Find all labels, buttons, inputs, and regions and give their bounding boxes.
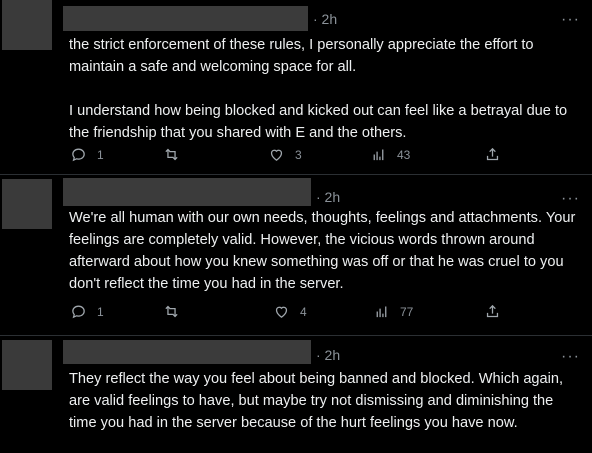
avatar-redacted[interactable] xyxy=(2,0,52,50)
repost-button[interactable] xyxy=(163,303,180,320)
repost-icon xyxy=(165,305,178,318)
tweet-timestamp[interactable]: · 2h xyxy=(316,347,340,363)
like-button[interactable]: 3 xyxy=(268,146,302,163)
username-redacted[interactable] xyxy=(63,178,311,206)
tweet-paragraph: They reflect the way you feel about bein… xyxy=(69,371,564,431)
more-options-icon[interactable]: ··· xyxy=(561,11,580,29)
like-count: 4 xyxy=(300,304,307,319)
reply-count: 1 xyxy=(97,304,104,319)
tweet[interactable]: · 2h ··· They reflect the way you feel a… xyxy=(0,336,592,453)
username-redacted[interactable] xyxy=(63,6,308,31)
reply-button[interactable]: 1 xyxy=(70,303,104,320)
like-count: 3 xyxy=(295,147,302,162)
heart-icon xyxy=(270,149,283,161)
tweet-paragraph: I understand how being blocked and kicke… xyxy=(69,103,568,141)
repost-button[interactable] xyxy=(163,146,180,163)
tweet-timestamp[interactable]: · 2h xyxy=(316,189,340,205)
avatar-redacted[interactable] xyxy=(2,340,52,390)
tweet-text: They reflect the way you feel about bein… xyxy=(69,368,584,434)
avatar-redacted[interactable] xyxy=(2,179,52,229)
reply-button[interactable]: 1 xyxy=(70,146,104,163)
tweet-paragraph: the strict enforcement of these rules, I… xyxy=(69,37,534,75)
like-button[interactable]: 4 xyxy=(273,303,307,320)
tweet[interactable]: · 2h ··· the strict enforcement of these… xyxy=(0,0,592,174)
share-icon xyxy=(486,304,499,318)
tweet-paragraph: We're all human with our own needs, thou… xyxy=(69,210,576,292)
views-button[interactable]: 77 xyxy=(373,303,413,320)
tweet[interactable]: · 2h ··· We're all human with our own ne… xyxy=(0,175,592,335)
reply-count: 1 xyxy=(97,147,104,162)
tweet-text: We're all human with our own needs, thou… xyxy=(69,207,584,295)
repost-icon xyxy=(165,148,178,161)
username-redacted[interactable] xyxy=(63,340,311,364)
share-button[interactable] xyxy=(484,303,501,320)
tweet-actions: 1 4 77 xyxy=(66,303,506,323)
views-button[interactable]: 43 xyxy=(370,146,410,163)
bar-chart-icon xyxy=(373,149,384,161)
view-count: 77 xyxy=(400,304,414,319)
share-icon xyxy=(486,147,499,161)
bar-chart-icon xyxy=(376,306,387,318)
tweet-timestamp[interactable]: · 2h xyxy=(313,11,337,27)
view-count: 43 xyxy=(397,147,411,162)
more-options-icon[interactable]: ··· xyxy=(561,190,580,208)
reply-icon xyxy=(72,148,85,162)
reply-icon xyxy=(72,305,85,319)
share-button[interactable] xyxy=(484,146,501,163)
heart-icon xyxy=(275,306,288,318)
more-options-icon[interactable]: ··· xyxy=(561,348,580,366)
tweet-actions: 1 3 43 xyxy=(66,146,506,166)
tweet-text: the strict enforcement of these rules, I… xyxy=(69,34,584,144)
